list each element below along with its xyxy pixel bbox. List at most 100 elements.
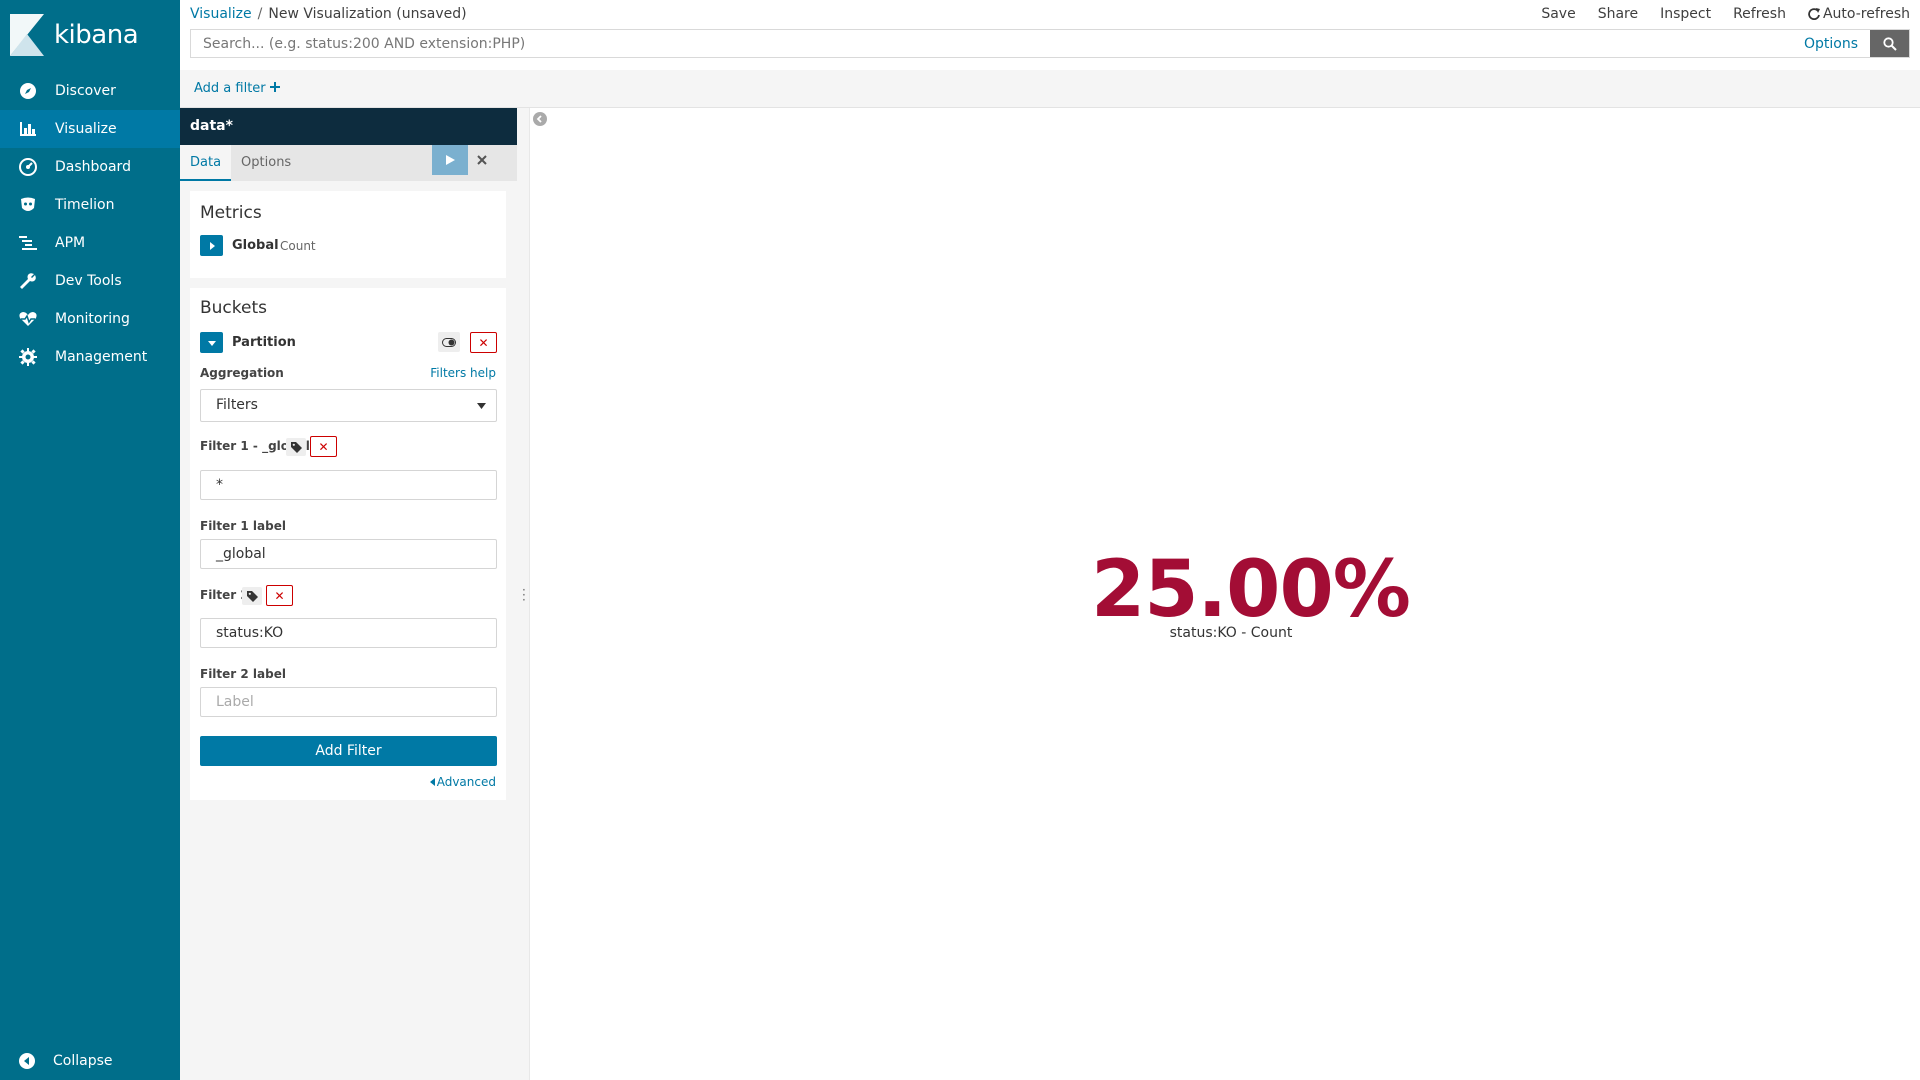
sidebar-item-label: Dashboard (55, 159, 131, 175)
heartbeat-icon (18, 309, 38, 329)
aggregation-select[interactable]: Filters (200, 389, 497, 422)
filter-2-label-input[interactable]: Label (200, 687, 497, 717)
filter-1-input[interactable]: * (200, 470, 497, 500)
advanced-link-label: Advanced (436, 775, 496, 789)
refresh-icon (1808, 8, 1820, 20)
apply-changes-button[interactable] (432, 145, 468, 175)
remove-filter-2-button[interactable]: ✕ (266, 585, 293, 606)
breadcrumb-separator: / (257, 6, 263, 22)
remove-filter-1-button[interactable]: ✕ (310, 436, 337, 457)
sidebar-item-monitoring[interactable]: Monitoring (0, 300, 180, 338)
index-pattern-title: data* (180, 108, 517, 145)
sidebar-item-apm[interactable]: APM (0, 224, 180, 262)
sidebar-item-dashboard[interactable]: Dashboard (0, 148, 180, 186)
chevron-down-icon (207, 340, 216, 346)
sidebar-item-label: Monitoring (55, 311, 130, 327)
top-menu: Save Share Inspect Refresh Auto-refresh (1541, 6, 1910, 22)
collapse-icon (19, 1053, 35, 1069)
toggle-filter-2-label-button[interactable] (242, 587, 262, 605)
filter-2-label-label: Filter 2 label (200, 667, 286, 681)
add-filter-label: Add a filter (194, 81, 266, 96)
auto-refresh-label: Auto-refresh (1822, 6, 1910, 22)
remove-bucket-button[interactable]: ✕ (470, 332, 497, 353)
sidebar-item-label: Dev Tools (55, 273, 122, 289)
gear-icon (18, 347, 38, 367)
refresh-button[interactable]: Refresh (1733, 6, 1786, 22)
tag-icon (246, 590, 258, 602)
sidebar-item-timelion[interactable]: Timelion (0, 186, 180, 224)
tag-icon (290, 441, 302, 453)
collapse-label: Collapse (53, 1053, 113, 1069)
buckets-card: Buckets Partition ✕ Aggregation Filters … (190, 288, 506, 800)
auto-refresh-button[interactable]: Auto-refresh (1808, 6, 1910, 22)
vis-editor-sidebar: data* Data Options Metrics Global Count … (180, 108, 517, 1080)
search-icon (1882, 36, 1897, 51)
close-icon (477, 155, 487, 165)
share-button[interactable]: Share (1598, 6, 1638, 22)
toggle-filter-1-label-button[interactable] (286, 438, 306, 456)
kibana-logo[interactable]: kibana (0, 0, 180, 70)
filter-bar: Add a filter (180, 70, 1920, 108)
timelion-icon (18, 195, 38, 215)
logo-text: kibana (54, 20, 139, 50)
sidebar-item-management[interactable]: Management (0, 338, 180, 376)
metric-agg-type: Count (280, 239, 316, 253)
discard-changes-button[interactable] (468, 145, 496, 175)
tab-options[interactable]: Options (231, 145, 301, 181)
collapse-button[interactable]: Collapse (0, 1042, 180, 1080)
breadcrumb-visualize-link[interactable]: Visualize (190, 6, 252, 22)
sidebar-item-discover[interactable]: Discover (0, 72, 180, 110)
aggregation-selected-value: Filters (216, 397, 258, 413)
chevron-left-icon (536, 115, 542, 123)
bar-chart-icon (18, 119, 38, 139)
editor-resize-handle[interactable]: · · · (517, 108, 530, 1080)
kibana-logo-icon (10, 14, 44, 56)
query-bar: Options (190, 29, 1910, 58)
toggle-bucket-button[interactable] (438, 332, 460, 352)
filter-1-label-label: Filter 1 label (200, 519, 286, 533)
filter-2-input[interactable]: status:KO (200, 618, 497, 648)
sidebar-item-label: Management (55, 349, 148, 365)
caret-down-icon (477, 403, 486, 409)
play-icon (446, 155, 455, 165)
plus-icon (269, 82, 280, 92)
metric-agg-label: Global (232, 238, 279, 253)
filter-1-label-input[interactable]: _global (200, 539, 497, 569)
dashboard-icon (18, 157, 38, 177)
sidebar-item-label: Timelion (55, 197, 115, 213)
apm-icon (18, 233, 38, 253)
sidebar-item-label: Discover (55, 83, 116, 99)
metrics-heading: Metrics (200, 203, 262, 223)
sidebar-nav: kibana Discover Visualize Dashboard Time… (0, 0, 180, 1080)
metrics-card: Metrics Global Count (190, 191, 506, 278)
toggle-icon (442, 337, 456, 347)
filters-help-link[interactable]: Filters help (430, 366, 496, 380)
sidebar-item-label: Visualize (55, 121, 117, 137)
collapse-bucket-button[interactable] (200, 332, 223, 353)
top-header: Visualize / New Visualization (unsaved) Sa… (180, 0, 1920, 70)
advanced-toggle-link[interactable]: Advanced (429, 775, 496, 789)
options-button[interactable]: Options (1792, 30, 1870, 57)
compass-icon (18, 81, 38, 101)
add-filter-button[interactable]: Add Filter (200, 736, 497, 766)
save-button[interactable]: Save (1541, 6, 1575, 22)
inspect-button[interactable]: Inspect (1660, 6, 1711, 22)
breadcrumb: Visualize / New Visualization (unsaved) (190, 6, 467, 22)
buckets-heading: Buckets (200, 298, 268, 318)
sidebar-item-dev-tools[interactable]: Dev Tools (0, 262, 180, 300)
search-input[interactable] (191, 30, 1792, 57)
editor-tabs: Data Options (180, 145, 517, 181)
aggregation-label: Aggregation (200, 366, 284, 380)
collapse-editor-button[interactable] (533, 112, 547, 126)
search-button[interactable] (1870, 30, 1909, 57)
metric-visualization: 25.00% status:KO - Count (1091, 547, 1411, 641)
sidebar-item-visualize[interactable]: Visualize (0, 110, 180, 148)
drag-handle-icon: · · · (522, 583, 526, 607)
caret-left-icon (429, 778, 435, 786)
chevron-right-icon (209, 241, 215, 250)
bucket-label: Partition (232, 335, 296, 350)
expand-metric-button[interactable] (200, 235, 223, 256)
tab-data[interactable]: Data (180, 145, 232, 181)
add-filter-link[interactable]: Add a filter (194, 81, 280, 96)
sidebar-item-label: APM (55, 235, 86, 251)
